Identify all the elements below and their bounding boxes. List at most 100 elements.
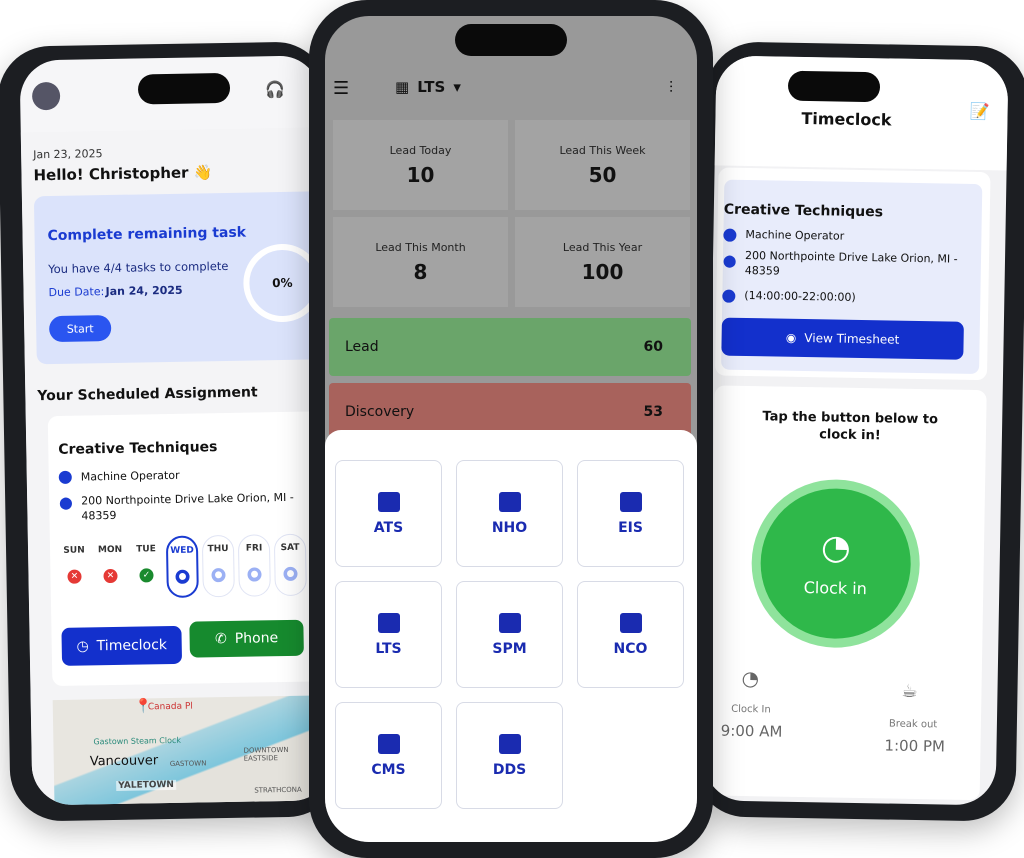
edit-notes-icon[interactable]: 📝 [969,102,989,121]
day-status-icon: ✕ [103,568,118,584]
module-ats[interactable]: ATS [335,460,442,567]
module-cms[interactable]: CMS [335,702,442,809]
stat-tile[interactable]: Lead This Year 100 [515,217,690,307]
nho-icon [498,491,521,512]
break-caption: Break out [888,718,938,731]
filter-icon[interactable]: ⫶ [669,78,673,98]
clock-in-label: Clock in [803,577,867,598]
stat-value: 10 [406,162,435,187]
timeclock-button[interactable]: ◷ Timeclock [61,625,183,666]
map-label-area: DOWNTOWN EASTSIDE [243,745,289,763]
dds-icon [498,733,521,754]
day-thu[interactable]: THU ● [201,534,235,598]
start-button[interactable]: Start [48,314,112,343]
day-status-icon: ● [283,566,298,582]
clock-in-button[interactable]: ◔ Clock in [750,478,922,650]
map-label-poi: Gastown Steam Clock [93,735,182,747]
phone-button[interactable]: ✆ Phone [189,619,304,658]
ats-icon [377,491,400,512]
view-timesheet-button[interactable]: ◉ View Timesheet [721,317,964,360]
day-mon[interactable]: MON ✕ [94,545,127,584]
bar-value: 60 [643,339,663,355]
stat-label: Lead This Week [559,143,646,157]
role: Machine Operator [80,468,180,484]
stat-label: Lead This Year [562,240,643,254]
task-card: Complete remaining task You have 4/4 tas… [33,191,327,365]
map-label-area: YALETOWN [116,779,177,791]
day-fri[interactable]: FRI ● [237,534,271,597]
day-sun[interactable]: SUN ✕ [58,545,91,584]
assignment-card[interactable]: Creative Techniques Machine Operator ⬤ 2… [47,411,333,687]
day-status-icon: ● [211,568,226,583]
phone-icon: ✆ [214,631,227,648]
menu-icon[interactable]: ☰ [333,78,349,99]
right-phone: Timeclock 📝 Creative Techniques Machine … [693,41,1024,822]
clock-in-time: 9:00 AM [720,721,783,741]
module-label: DDS [492,761,527,778]
role: Machine Operator [745,227,845,243]
bar-value: 53 [643,404,663,420]
chevron-down-icon: ▾ [453,78,461,96]
timeclock-label: Timeclock [96,637,168,655]
eis-icon [619,491,642,512]
module-label: LTS [375,640,402,657]
stat-tile[interactable]: Lead This Week 50 [515,120,690,210]
eye-icon: ◉ [785,330,797,345]
module-nco[interactable]: NCO [577,581,684,688]
module-dds[interactable]: DDS [456,702,563,809]
module-eis[interactable]: EIS [577,460,684,567]
map-label-area: STRATHCONA [254,785,302,795]
break-time: 1:00 PM [884,736,946,756]
user-icon [58,470,72,484]
day-label: FRI [245,543,263,554]
module-label: EIS [618,519,643,536]
day-label: SAT [280,542,300,554]
view-label: View Timesheet [804,330,900,347]
module-label: SPM [492,640,527,657]
module-nho[interactable]: NHO [456,460,563,567]
building-icon: ▦ [395,78,410,96]
shift-time: (14:00:00-22:00:00) [744,288,856,304]
stat-tile[interactable]: Lead This Month 8 [333,217,508,307]
due-date: Jan 24, 2025 [105,283,183,299]
headset-icon[interactable]: 🎧 [265,80,285,99]
day-sat[interactable]: SAT ● [273,533,307,597]
coffee-icon: ☕ [901,680,918,703]
map-label-city: Vancouver [89,753,159,770]
module-spm[interactable]: SPM [456,581,563,688]
clock-icon: ◷ [76,638,89,655]
module-label: CMS [371,761,406,778]
modules-sheet: ATS NHO EIS LTS SPM NCO CMS DDS [325,430,697,842]
progress-value: 0% [272,275,293,291]
clock-prompt: Tap the button below to clock in! [762,409,939,444]
org-dropdown[interactable]: ▦ LTS ▾ [395,78,461,96]
day-wed[interactable]: WED ● [165,535,199,599]
map-label-area: GASTOWN [169,759,207,769]
shift-card: Creative Techniques Machine Operator ⬤ 2… [714,167,991,381]
timeclock-screen: Timeclock 📝 Creative Techniques Machine … [703,55,1009,806]
map[interactable]: Canada Pl 📍 Gastown Steam Clock Vancouve… [52,695,333,806]
day-status-icon: ● [175,569,190,584]
map-label-place: Canada Pl [147,701,193,713]
stat-label: Lead Today [389,143,452,157]
nco-icon [619,612,642,633]
lts-icon [377,612,400,633]
phone-label: Phone [234,630,279,647]
day-label: MON [97,544,123,556]
task-sub: You have 4/4 tasks to complete [48,258,229,277]
stat-value: 8 [413,259,428,284]
address: 200 Northpointe Drive Lake Orion, MI - 4… [744,248,958,278]
bar-label: Lead [345,339,379,355]
bar-label: Discovery [345,404,415,420]
middle-phone: ☰ ▦ LTS ▾ ⫶ Lead Today 10 Lead This Week 50 Le… [309,0,713,858]
address: 200 Northpointe Drive Lake Orion, MI - 4… [81,490,294,523]
module-lts[interactable]: LTS [335,581,442,688]
location-icon: ⬤ [722,253,737,268]
stat-tile[interactable]: Lead Today 10 [333,120,508,210]
map-pin-icon: 📍 [134,698,153,715]
day-status-icon: ✓ [139,568,154,583]
day-tue[interactable]: TUE ✓ [130,544,163,583]
avatar[interactable] [31,81,61,111]
dashboard-screen: ☰ ▦ LTS ▾ ⫶ Lead Today 10 Lead This Week 50 Le… [325,16,697,842]
pipeline-bar[interactable]: Lead 60 [329,318,691,376]
